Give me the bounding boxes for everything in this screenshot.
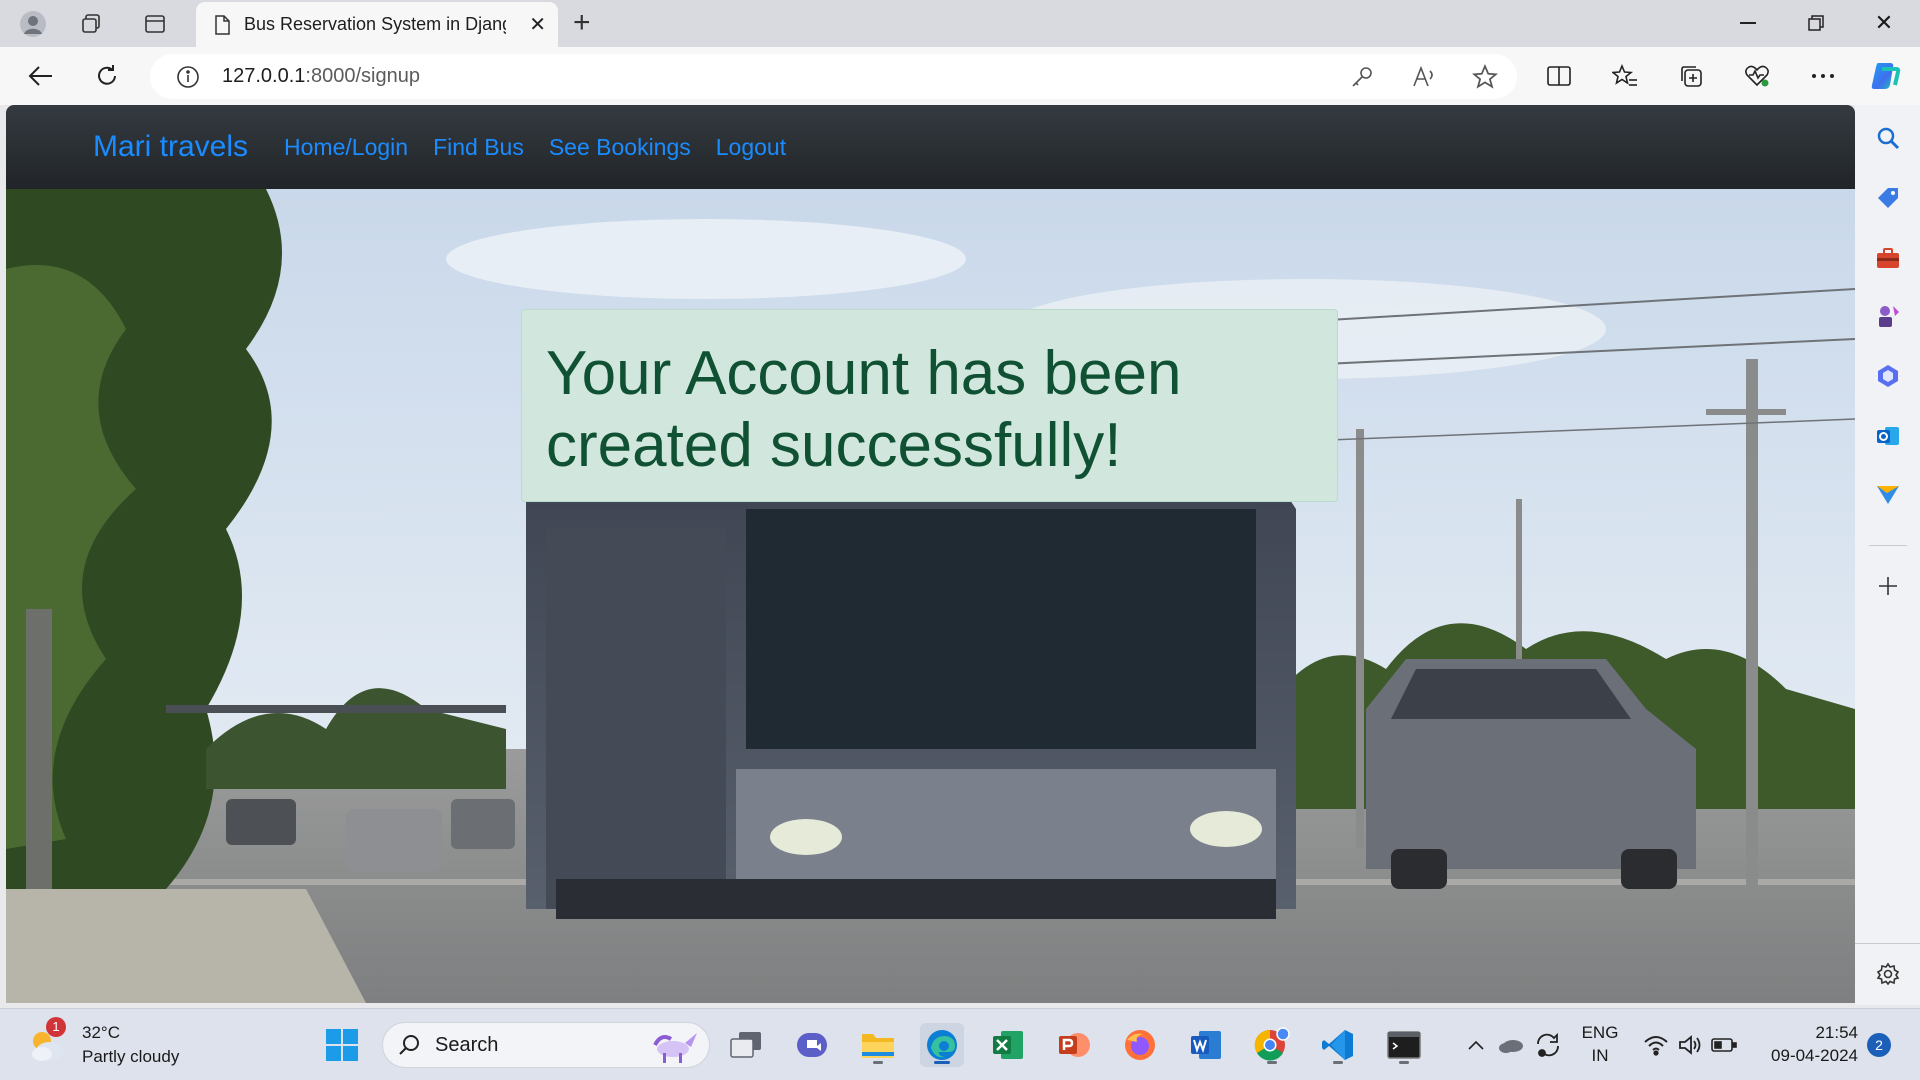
outlook-icon[interactable]: [1873, 421, 1903, 451]
running-indicator: [873, 1061, 883, 1064]
success-message: Your Account has been created successful…: [546, 339, 1182, 480]
tools-icon[interactable]: [1873, 243, 1903, 273]
clock-date: 09-04-2024: [1771, 1046, 1858, 1065]
more-options-icon[interactable]: [1804, 58, 1842, 94]
address-bar[interactable]: 127.0.0.1:8000/signup: [150, 54, 1517, 99]
success-alert: Your Account has been created successful…: [521, 309, 1338, 502]
new-tab-button[interactable]: +: [573, 6, 591, 40]
browser-toolbar: 127.0.0.1:8000/signup: [0, 47, 1920, 105]
games-icon[interactable]: [1873, 301, 1903, 331]
file-explorer-icon[interactable]: [856, 1023, 900, 1067]
copilot-icon[interactable]: [1866, 58, 1904, 94]
search-icon: [399, 1035, 419, 1055]
wifi-icon[interactable]: [1640, 1023, 1672, 1067]
teams-icon[interactable]: [790, 1023, 834, 1067]
edge-icon[interactable]: [920, 1023, 964, 1067]
clock[interactable]: 21:54 09-04-2024: [1752, 1021, 1858, 1067]
input-language[interactable]: ENG IN: [1570, 1021, 1630, 1067]
browser-tab-bar: Bus Reservation System in Djang ✕ + ✕: [0, 0, 1920, 47]
shopping-tag-icon[interactable]: [1873, 183, 1903, 213]
settings-gear-icon[interactable]: [1873, 959, 1903, 989]
close-window-button[interactable]: ✕: [1862, 6, 1906, 40]
chrome-icon[interactable]: [1250, 1023, 1294, 1067]
weather-widget[interactable]: 1 32°C Partly cloudy: [28, 1017, 180, 1069]
key-icon[interactable]: [1350, 65, 1374, 89]
region-code: IN: [1591, 1046, 1609, 1065]
language-code: ENG: [1581, 1023, 1619, 1042]
word-icon[interactable]: [1184, 1023, 1228, 1067]
workspaces-icon[interactable]: [74, 7, 108, 41]
active-indicator: [934, 1061, 950, 1064]
browser-essentials-icon[interactable]: [1738, 58, 1776, 94]
terminal-icon[interactable]: [1382, 1023, 1426, 1067]
hero-bus-photo: Your Account has been created successful…: [6, 189, 1855, 1003]
url-path: :8000/signup: [305, 65, 420, 87]
search-icon[interactable]: [1873, 123, 1903, 153]
nav-link-logout[interactable]: Logout: [716, 134, 786, 161]
weather-condition: Partly cloudy: [82, 1047, 180, 1066]
windows-taskbar: 1 32°C Partly cloudy Search ENG IN 21:54…: [0, 1008, 1920, 1080]
send-icon[interactable]: [1873, 479, 1903, 509]
collections-icon[interactable]: [1672, 58, 1710, 94]
vscode-icon[interactable]: [1316, 1023, 1360, 1067]
site-brand-link[interactable]: Mari travels: [93, 130, 248, 164]
nav-link-find-bus[interactable]: Find Bus: [433, 134, 524, 161]
back-arrow-icon[interactable]: [22, 58, 60, 94]
read-aloud-icon[interactable]: [1412, 65, 1438, 89]
microsoft-365-icon[interactable]: [1873, 361, 1903, 391]
task-view-icon[interactable]: [724, 1023, 768, 1067]
favorites-icon[interactable]: [1606, 58, 1644, 94]
sync-icon[interactable]: [1530, 1023, 1566, 1067]
page-icon: [215, 14, 230, 35]
site-info-icon[interactable]: [176, 65, 200, 89]
volume-icon[interactable]: [1674, 1023, 1706, 1067]
nav-link-see-bookings[interactable]: See Bookings: [549, 134, 691, 161]
running-indicator: [1399, 1061, 1409, 1064]
sidebar-divider-bottom: [1855, 943, 1920, 944]
clock-time: 21:54: [1815, 1023, 1858, 1042]
battery-icon[interactable]: [1708, 1023, 1740, 1067]
refresh-icon[interactable]: [88, 58, 126, 94]
split-screen-icon[interactable]: [1540, 58, 1578, 94]
add-sidebar-app-icon[interactable]: [1873, 571, 1903, 601]
running-indicator: [1333, 1061, 1343, 1064]
site-navbar: Mari travels Home/Login Find Bus See Boo…: [6, 105, 1855, 189]
nav-link-home-login[interactable]: Home/Login: [284, 134, 408, 161]
tab-title: Bus Reservation System in Djang: [244, 14, 506, 34]
vertical-tabs-icon[interactable]: [138, 7, 172, 41]
weather-alert-badge: 1: [46, 1017, 66, 1037]
notification-count-badge[interactable]: 2: [1867, 1033, 1891, 1057]
onedrive-icon[interactable]: [1494, 1023, 1528, 1067]
restore-button[interactable]: [1794, 6, 1838, 40]
close-tab-icon[interactable]: ✕: [529, 12, 546, 37]
page-viewport: Mari travels Home/Login Find Bus See Boo…: [6, 105, 1855, 1003]
favorite-star-icon[interactable]: [1472, 63, 1498, 90]
active-tab[interactable]: Bus Reservation System in Djang ✕: [196, 2, 558, 47]
sidebar-divider: [1869, 545, 1907, 546]
running-indicator: [1267, 1061, 1277, 1064]
taskbar-search-box[interactable]: Search: [382, 1022, 710, 1068]
weather-temperature: 32°C: [82, 1023, 120, 1042]
excel-icon[interactable]: [986, 1023, 1030, 1067]
search-highlight-unicorn-icon: [653, 1033, 697, 1063]
minimize-button[interactable]: [1726, 6, 1770, 40]
edge-sidebar: [1855, 105, 1920, 1005]
chevron-up-icon[interactable]: [1462, 1023, 1490, 1067]
profile-icon[interactable]: [16, 7, 50, 41]
powerpoint-icon[interactable]: [1052, 1023, 1096, 1067]
search-label: Search: [435, 1033, 499, 1056]
firefox-icon[interactable]: [1118, 1023, 1162, 1067]
start-icon[interactable]: [320, 1023, 364, 1067]
url-host: 127.0.0.1: [222, 65, 306, 87]
